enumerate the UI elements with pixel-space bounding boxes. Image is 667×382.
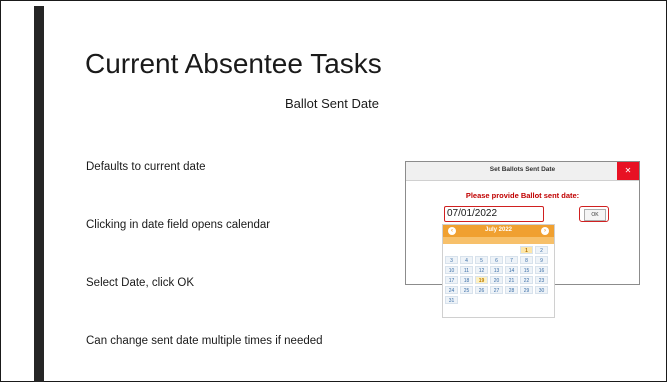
calendar-day-21[interactable]: 21 — [505, 276, 518, 284]
dialog-titlebar: Set Ballots Sent Date ✕ — [406, 162, 639, 181]
calendar-header: ‹ July 2022 › — [443, 225, 554, 237]
calendar-day-10[interactable]: 10 — [445, 266, 458, 274]
calendar-day-1[interactable]: 1 — [520, 246, 533, 254]
calendar-day-31[interactable]: 31 — [445, 296, 458, 304]
calendar-day-26[interactable]: 26 — [475, 286, 488, 294]
calendar-day-19[interactable]: 19 — [475, 276, 488, 284]
calendar-day-8[interactable]: 8 — [520, 256, 533, 264]
ok-button-highlight: OK — [579, 206, 609, 222]
dialog-prompt: Please provide Ballot sent date: — [465, 191, 580, 200]
date-picker-calendar: ‹ July 2022 › 1 2 3 4 5 6 7 8 9 10 11 12 13 14 15 16 17 1… — [442, 224, 555, 318]
calendar-day-30[interactable]: 30 — [535, 286, 548, 294]
close-icon[interactable]: ✕ — [617, 162, 639, 180]
calendar-weekday-row — [443, 237, 554, 244]
slide-accent-bar — [34, 6, 44, 382]
dialog-title: Set Ballots Sent Date — [489, 166, 556, 173]
bullet-change: Can change sent date multiple times if n… — [86, 335, 323, 347]
calendar-day-17[interactable]: 17 — [445, 276, 458, 284]
calendar-day-15[interactable]: 15 — [520, 266, 533, 274]
slide-title: Current Absentee Tasks — [85, 48, 382, 79]
calendar-day-20[interactable]: 20 — [490, 276, 503, 284]
date-field[interactable]: 07/01/2022 — [444, 206, 544, 222]
calendar-day-16[interactable]: 16 — [535, 266, 548, 274]
slide-subtitle: Ballot Sent Date — [285, 96, 379, 111]
calendar-month-label: July 2022 — [484, 227, 513, 233]
calendar-day-5[interactable]: 5 — [475, 256, 488, 264]
calendar-day-18[interactable]: 18 — [460, 276, 473, 284]
calendar-day-29[interactable]: 29 — [520, 286, 533, 294]
calendar-day-4[interactable]: 4 — [460, 256, 473, 264]
ok-button[interactable]: OK — [584, 209, 606, 221]
next-month-icon[interactable]: › — [541, 227, 549, 235]
calendar-day-23[interactable]: 23 — [535, 276, 548, 284]
calendar-day-25[interactable]: 25 — [460, 286, 473, 294]
bullet-defaults: Defaults to current date — [86, 161, 206, 173]
bullet-select: Select Date, click OK — [86, 277, 195, 289]
calendar-day-3[interactable]: 3 — [445, 256, 458, 264]
calendar-day-6[interactable]: 6 — [490, 256, 503, 264]
calendar-day-11[interactable]: 11 — [460, 266, 473, 274]
calendar-day-13[interactable]: 13 — [490, 266, 503, 274]
calendar-day-7[interactable]: 7 — [505, 256, 518, 264]
calendar-day-9[interactable]: 9 — [535, 256, 548, 264]
calendar-day-24[interactable]: 24 — [445, 286, 458, 294]
calendar-day-12[interactable]: 12 — [475, 266, 488, 274]
bullet-calendar: Clicking in date field opens calendar — [86, 219, 271, 231]
calendar-day-27[interactable]: 27 — [490, 286, 503, 294]
calendar-day-28[interactable]: 28 — [505, 286, 518, 294]
calendar-day-22[interactable]: 22 — [520, 276, 533, 284]
calendar-day-14[interactable]: 14 — [505, 266, 518, 274]
calendar-day-2[interactable]: 2 — [535, 246, 548, 254]
